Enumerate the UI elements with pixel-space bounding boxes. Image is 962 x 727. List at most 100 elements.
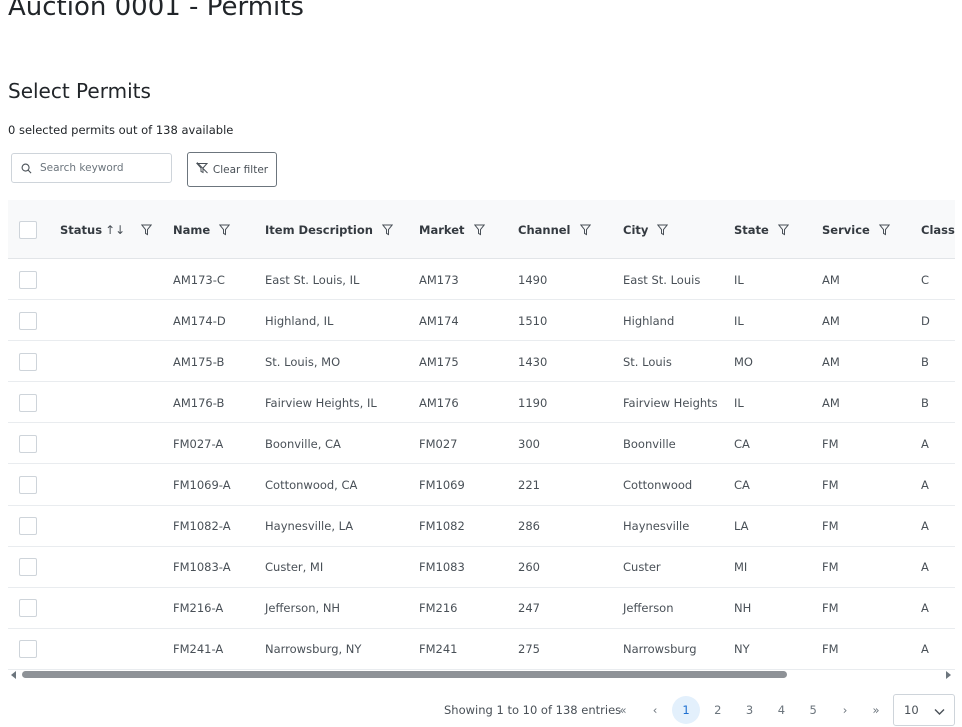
column-header-label: City xyxy=(623,222,649,237)
cell-market: AM176 xyxy=(419,395,459,410)
table-row[interactable]: AM176-B Fairview Heights, IL AM176 1190 Fair… xyxy=(8,382,955,424)
cell-item-description: Highland, IL xyxy=(265,313,334,328)
cell-city: Boonville xyxy=(623,436,676,451)
column-header-market[interactable]: Market xyxy=(419,200,485,259)
row-checkbox[interactable] xyxy=(19,640,37,659)
prev-page-button[interactable]: ‹ xyxy=(641,696,669,724)
cell-name: FM216-A xyxy=(173,601,224,616)
row-checkbox[interactable] xyxy=(19,475,37,494)
cell-city: East St. Louis xyxy=(623,272,701,287)
cell-city: Fairview Heights xyxy=(623,395,718,410)
cell-market: FM241 xyxy=(419,642,458,657)
page-button-5[interactable]: 5 xyxy=(799,696,827,724)
scroll-right-arrow-icon[interactable] xyxy=(946,671,951,679)
cell-city: Haynesville xyxy=(623,519,690,534)
row-select-cell xyxy=(19,300,37,341)
cell-name: AM175-B xyxy=(173,354,225,369)
cell-channel: 1190 xyxy=(518,395,548,410)
table-row[interactable]: FM1082-A Haynesville, LA FM1082 286 Haynesvi… xyxy=(8,506,955,547)
row-select-cell xyxy=(19,464,37,505)
filter-icon[interactable] xyxy=(141,224,153,236)
row-checkbox[interactable] xyxy=(19,517,37,536)
table-row[interactable]: FM216-A Jefferson, NH FM216 247 Jefferson NH F… xyxy=(8,588,955,629)
row-checkbox[interactable] xyxy=(19,599,37,618)
row-checkbox[interactable] xyxy=(19,393,37,412)
filter-icon[interactable] xyxy=(657,224,669,236)
page-size-select[interactable]: 10 xyxy=(893,694,955,726)
page-button-3[interactable]: 3 xyxy=(736,696,764,724)
page-button-2[interactable]: 2 xyxy=(704,696,732,724)
column-header-item-description[interactable]: Item Description xyxy=(265,200,393,259)
filter-icon[interactable] xyxy=(579,224,591,236)
select-all-checkbox[interactable] xyxy=(19,220,37,239)
cell-class: C xyxy=(921,272,930,287)
row-checkbox[interactable] xyxy=(19,352,37,371)
cell-class: A xyxy=(921,601,929,616)
cell-name: FM241-A xyxy=(173,642,224,657)
row-select-cell xyxy=(19,629,37,670)
filter-icon[interactable] xyxy=(219,224,231,236)
selected-summary: 0 selected permits out of 138 available xyxy=(8,123,234,137)
cell-market: FM1083 xyxy=(419,560,465,575)
row-checkbox[interactable] xyxy=(19,434,37,453)
table-row[interactable]: AM175-B St. Louis, MO AM175 1430 St. Louis MO… xyxy=(8,341,955,383)
column-header-state[interactable]: State xyxy=(734,200,789,259)
clear-filter-button[interactable]: Clear filter xyxy=(187,152,277,187)
cell-class: A xyxy=(921,560,929,575)
column-header-label: Channel xyxy=(518,222,571,237)
search-input[interactable] xyxy=(40,162,160,174)
cell-name: AM174-D xyxy=(173,313,226,328)
filter-icon[interactable] xyxy=(473,224,485,236)
pagination-summary: Showing 1 to 10 of 138 entries xyxy=(444,703,622,717)
row-checkbox[interactable] xyxy=(19,311,37,330)
table-row[interactable]: FM1083-A Custer, MI FM1083 260 Custer MI FM A xyxy=(8,547,955,588)
scrollbar-thumb[interactable] xyxy=(22,671,787,678)
cell-item-description: Jefferson, NH xyxy=(265,601,341,616)
column-header-label: Item Description xyxy=(265,222,373,237)
column-header-service[interactable]: Service xyxy=(822,200,890,259)
row-select-cell xyxy=(19,588,37,629)
cell-city: Custer xyxy=(623,560,661,575)
cell-market: FM027 xyxy=(419,436,458,451)
row-select-cell xyxy=(19,547,37,588)
first-page-button[interactable]: « xyxy=(609,696,637,724)
table-row[interactable]: AM173-C East St. Louis, IL AM173 1490 East S… xyxy=(8,259,955,301)
cell-item-description: East St. Louis, IL xyxy=(265,272,360,287)
column-header-channel[interactable]: Channel xyxy=(518,200,591,259)
cell-service: FM xyxy=(822,601,839,616)
page-button-4[interactable]: 4 xyxy=(767,696,795,724)
filter-icon[interactable] xyxy=(777,224,789,236)
cell-state: IL xyxy=(734,272,744,287)
cell-class: A xyxy=(921,519,929,534)
cell-class: B xyxy=(921,354,929,369)
column-header-label: Class xyxy=(921,222,955,237)
cell-class: A xyxy=(921,642,929,657)
page-button-1[interactable]: 1 xyxy=(672,696,700,724)
column-header-status[interactable]: Status ↑↓ xyxy=(60,200,153,259)
table-row[interactable]: FM027-A Boonville, CA FM027 300 Boonville CA F… xyxy=(8,423,955,465)
scroll-left-arrow-icon[interactable] xyxy=(11,671,16,679)
column-header-class[interactable]: Class xyxy=(921,200,955,259)
cell-name: AM176-B xyxy=(173,395,225,410)
row-checkbox[interactable] xyxy=(19,270,37,289)
column-header-city[interactable]: City xyxy=(623,200,669,259)
cell-state: MI xyxy=(734,560,748,575)
next-page-button[interactable]: › xyxy=(831,696,859,724)
table-row[interactable]: FM1069-A Cottonwood, CA FM1069 221 Cottonwoo… xyxy=(8,464,955,506)
row-checkbox[interactable] xyxy=(19,558,37,577)
permits-table: Status ↑↓ Name Item Description Market Channe… xyxy=(8,200,955,670)
sort-icon[interactable]: ↑↓ xyxy=(105,223,125,237)
column-header-label: Service xyxy=(822,222,870,237)
column-header-name[interactable]: Name xyxy=(173,200,231,259)
cell-item-description: Boonville, CA xyxy=(265,436,341,451)
cell-class: A xyxy=(921,436,929,451)
table-row[interactable]: AM174-D Highland, IL AM174 1510 Highland IL AM… xyxy=(8,300,955,342)
cell-state: CA xyxy=(734,436,750,451)
horizontal-scrollbar[interactable] xyxy=(8,670,955,682)
cell-service: FM xyxy=(822,519,839,534)
table-row[interactable]: FM241-A Narrowsburg, NY FM241 275 Narrowsbur… xyxy=(8,629,955,670)
filter-icon[interactable] xyxy=(381,224,393,236)
cell-city: Jefferson xyxy=(623,601,674,616)
last-page-button[interactable]: » xyxy=(862,696,890,724)
filter-icon[interactable] xyxy=(878,224,890,236)
